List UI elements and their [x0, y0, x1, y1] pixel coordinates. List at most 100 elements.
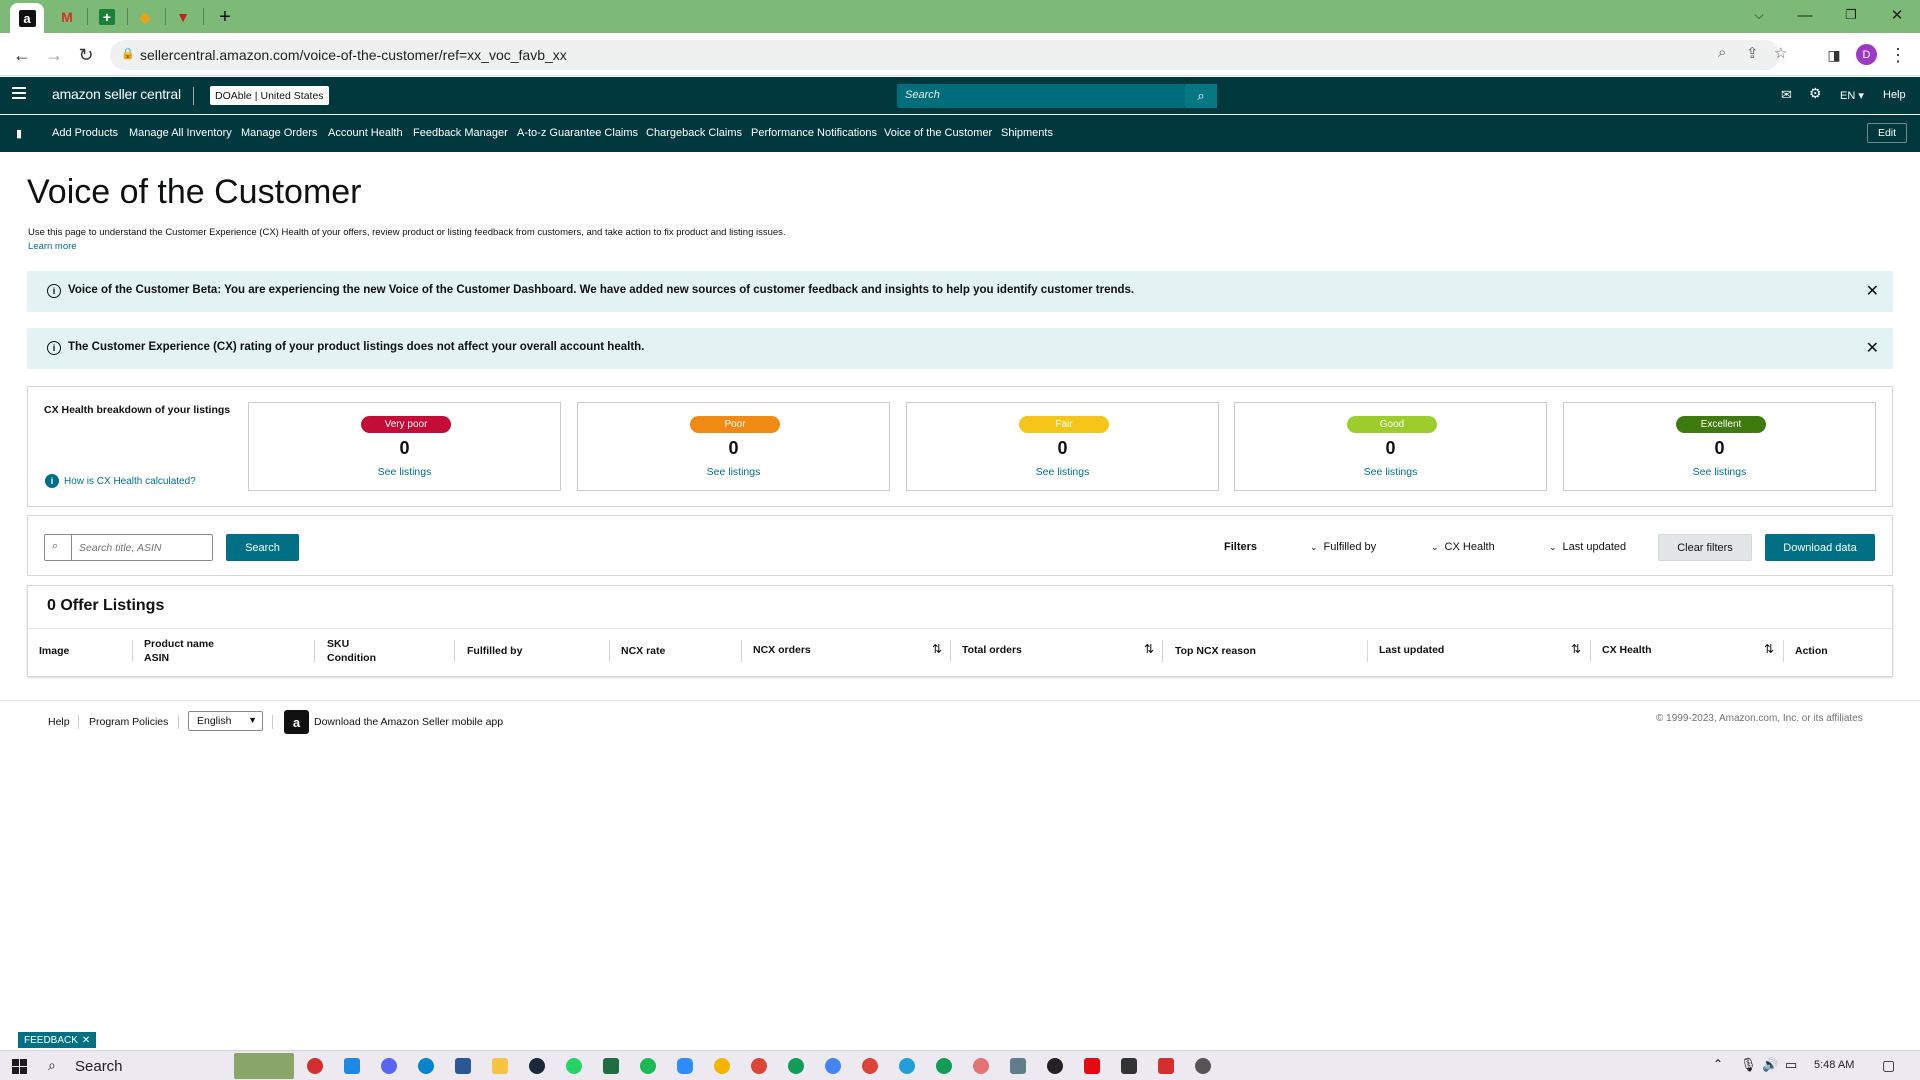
spotify-icon[interactable]	[640, 1058, 656, 1074]
mail-icon[interactable]: ✉	[1781, 87, 1792, 103]
chrome-icon[interactable]	[825, 1058, 841, 1074]
tab-sheets[interactable]: +	[90, 4, 124, 30]
see-listings-link[interactable]: See listings	[907, 466, 1218, 478]
chrome-icon[interactable]	[751, 1058, 767, 1074]
steam-icon[interactable]	[529, 1058, 545, 1074]
settings-gear-icon[interactable]	[1195, 1058, 1211, 1074]
whatsapp-icon[interactable]	[566, 1058, 582, 1074]
side-panel-icon[interactable]: ◨	[1820, 41, 1848, 69]
zoom-app-icon[interactable]	[677, 1058, 693, 1074]
restore-icon[interactable]: ❐	[1828, 0, 1874, 30]
close-window-icon[interactable]: ✕	[1874, 0, 1920, 30]
tab-vpn[interactable]: ▼	[166, 4, 200, 30]
amazon-seller-central-logo[interactable]: amazon seller central	[52, 86, 181, 102]
close-icon[interactable]: ✕	[82, 1035, 90, 1046]
telegram-icon[interactable]	[899, 1058, 915, 1074]
profile-avatar[interactable]: D	[1856, 44, 1877, 65]
language-selector[interactable]: EN ▾	[1840, 89, 1864, 102]
notifications-icon[interactable]: ▢	[1882, 1057, 1895, 1074]
bookmark-star-icon[interactable]: ☆	[1774, 44, 1787, 62]
battery-icon[interactable]: ▭	[1785, 1057, 1797, 1073]
cx-health-filter[interactable]: ⌄ CX Health	[1431, 541, 1495, 553]
taskbar-search[interactable]: Search	[75, 1058, 123, 1075]
feedback-tab[interactable]: FEEDBACK ✕	[18, 1032, 97, 1048]
address-bar[interactable]: 🔒 sellercentral.amazon.com/voice-of-the-…	[110, 40, 1787, 70]
nav-manage-inventory[interactable]: Manage All Inventory	[129, 127, 232, 139]
chrome-menu-icon[interactable]: ⋮	[1884, 41, 1912, 69]
tab-gmail[interactable]: M	[50, 4, 84, 30]
sort-icon[interactable]: ⇅	[1764, 642, 1774, 656]
windows-start-icon[interactable]	[12, 1059, 27, 1074]
reload-icon[interactable]: ↻	[72, 41, 100, 69]
see-listings-link[interactable]: See listings	[1564, 466, 1875, 478]
sort-icon[interactable]: ⇅	[1144, 642, 1154, 656]
listing-search-input[interactable]: ⌕ Search title, ASIN	[44, 534, 213, 561]
nav-account-health[interactable]: Account Health	[328, 127, 403, 139]
folder-icon[interactable]	[492, 1058, 508, 1074]
calculator-icon[interactable]	[1010, 1058, 1026, 1074]
cx-health-help-link[interactable]: How is CX Health calculated?	[64, 476, 196, 487]
chrome-icon[interactable]	[862, 1058, 878, 1074]
back-icon[interactable]: ←	[8, 41, 36, 69]
chrome-icon[interactable]	[788, 1058, 804, 1074]
see-listings-link[interactable]: See listings	[249, 466, 560, 478]
header-search-button[interactable]: ⌕	[1185, 84, 1217, 108]
header-search-input[interactable]: Search	[897, 84, 1185, 108]
nav-feedback-manager[interactable]: Feedback Manager	[413, 127, 508, 139]
edit-nav-button[interactable]: Edit	[1867, 123, 1907, 143]
see-listings-link[interactable]: See listings	[578, 466, 889, 478]
nav-add-products[interactable]: Add Products	[52, 127, 118, 139]
settings-gear-icon[interactable]: ⚙	[1809, 85, 1822, 102]
app-icon[interactable]	[307, 1058, 323, 1074]
nav-shipments[interactable]: Shipments	[1001, 127, 1053, 139]
netflix-icon[interactable]	[1084, 1058, 1100, 1074]
discord-icon[interactable]	[381, 1058, 397, 1074]
footer-help-link[interactable]: Help	[48, 716, 70, 728]
col-total-orders[interactable]: Total orders	[962, 644, 1022, 657]
zoom-icon[interactable]: ⌕	[1718, 44, 1726, 61]
new-tab-button[interactable]: +	[208, 4, 242, 30]
last-updated-filter[interactable]: ⌄ Last updated	[1549, 541, 1626, 553]
forward-icon[interactable]: →	[40, 41, 68, 69]
col-cx-health[interactable]: CX Health	[1602, 644, 1652, 657]
program-policies-link[interactable]: Program Policies	[89, 716, 168, 728]
pdf-icon[interactable]	[1158, 1058, 1174, 1074]
app-icon[interactable]	[1121, 1058, 1137, 1074]
obs-icon[interactable]	[1047, 1058, 1063, 1074]
fulfilled-by-filter[interactable]: ⌄ Fulfilled by	[1310, 541, 1376, 553]
chrome-icon[interactable]	[936, 1058, 952, 1074]
microphone-icon[interactable]: 🎙	[1740, 1057, 1757, 1073]
clock[interactable]: 5:48 AM	[1814, 1059, 1854, 1071]
mail-icon[interactable]	[344, 1058, 360, 1074]
nav-voice-of-customer[interactable]: Voice of the Customer	[884, 127, 992, 139]
see-listings-link[interactable]: See listings	[1235, 466, 1546, 478]
header-help-link[interactable]: Help	[1883, 89, 1906, 101]
col-ncx-orders[interactable]: NCX orders	[753, 644, 811, 657]
tab-amazon[interactable]: a	[10, 3, 44, 33]
app-icon[interactable]	[973, 1058, 989, 1074]
edge-icon[interactable]	[418, 1058, 434, 1074]
hamburger-menu-icon[interactable]	[12, 87, 26, 99]
nav-atoz-claims[interactable]: A-to-z Guarantee Claims	[517, 127, 638, 139]
search-button[interactable]: Search	[226, 534, 299, 561]
col-last-updated[interactable]: Last updated	[1379, 644, 1444, 657]
store-icon[interactable]	[455, 1058, 471, 1074]
seller-app-icon[interactable]: a	[284, 710, 309, 734]
sort-icon[interactable]: ⇅	[1571, 642, 1581, 656]
learn-more-link[interactable]: Learn more	[28, 241, 77, 252]
tab-search-icon[interactable]: ⌵	[1736, 0, 1782, 30]
close-icon[interactable]: ✕	[1866, 338, 1879, 358]
bookmark-icon[interactable]: ▮	[16, 127, 22, 140]
language-select[interactable]: English ▼	[188, 711, 263, 731]
sort-icon[interactable]: ⇅	[932, 642, 942, 656]
nav-manage-orders[interactable]: Manage Orders	[241, 127, 317, 139]
close-icon[interactable]: ✕	[1866, 281, 1879, 301]
nav-performance-notifications[interactable]: Performance Notifications	[751, 127, 877, 139]
tray-chevron-up-icon[interactable]: ⌃	[1713, 1057, 1723, 1071]
download-data-button[interactable]: Download data	[1765, 534, 1875, 561]
account-switcher[interactable]: DOAble | United States	[210, 86, 329, 105]
clear-filters-button[interactable]: Clear filters	[1658, 534, 1752, 561]
nav-chargeback-claims[interactable]: Chargeback Claims	[646, 127, 742, 139]
minimize-icon[interactable]: —	[1782, 0, 1828, 30]
tab-app[interactable]: ◆	[128, 4, 162, 30]
